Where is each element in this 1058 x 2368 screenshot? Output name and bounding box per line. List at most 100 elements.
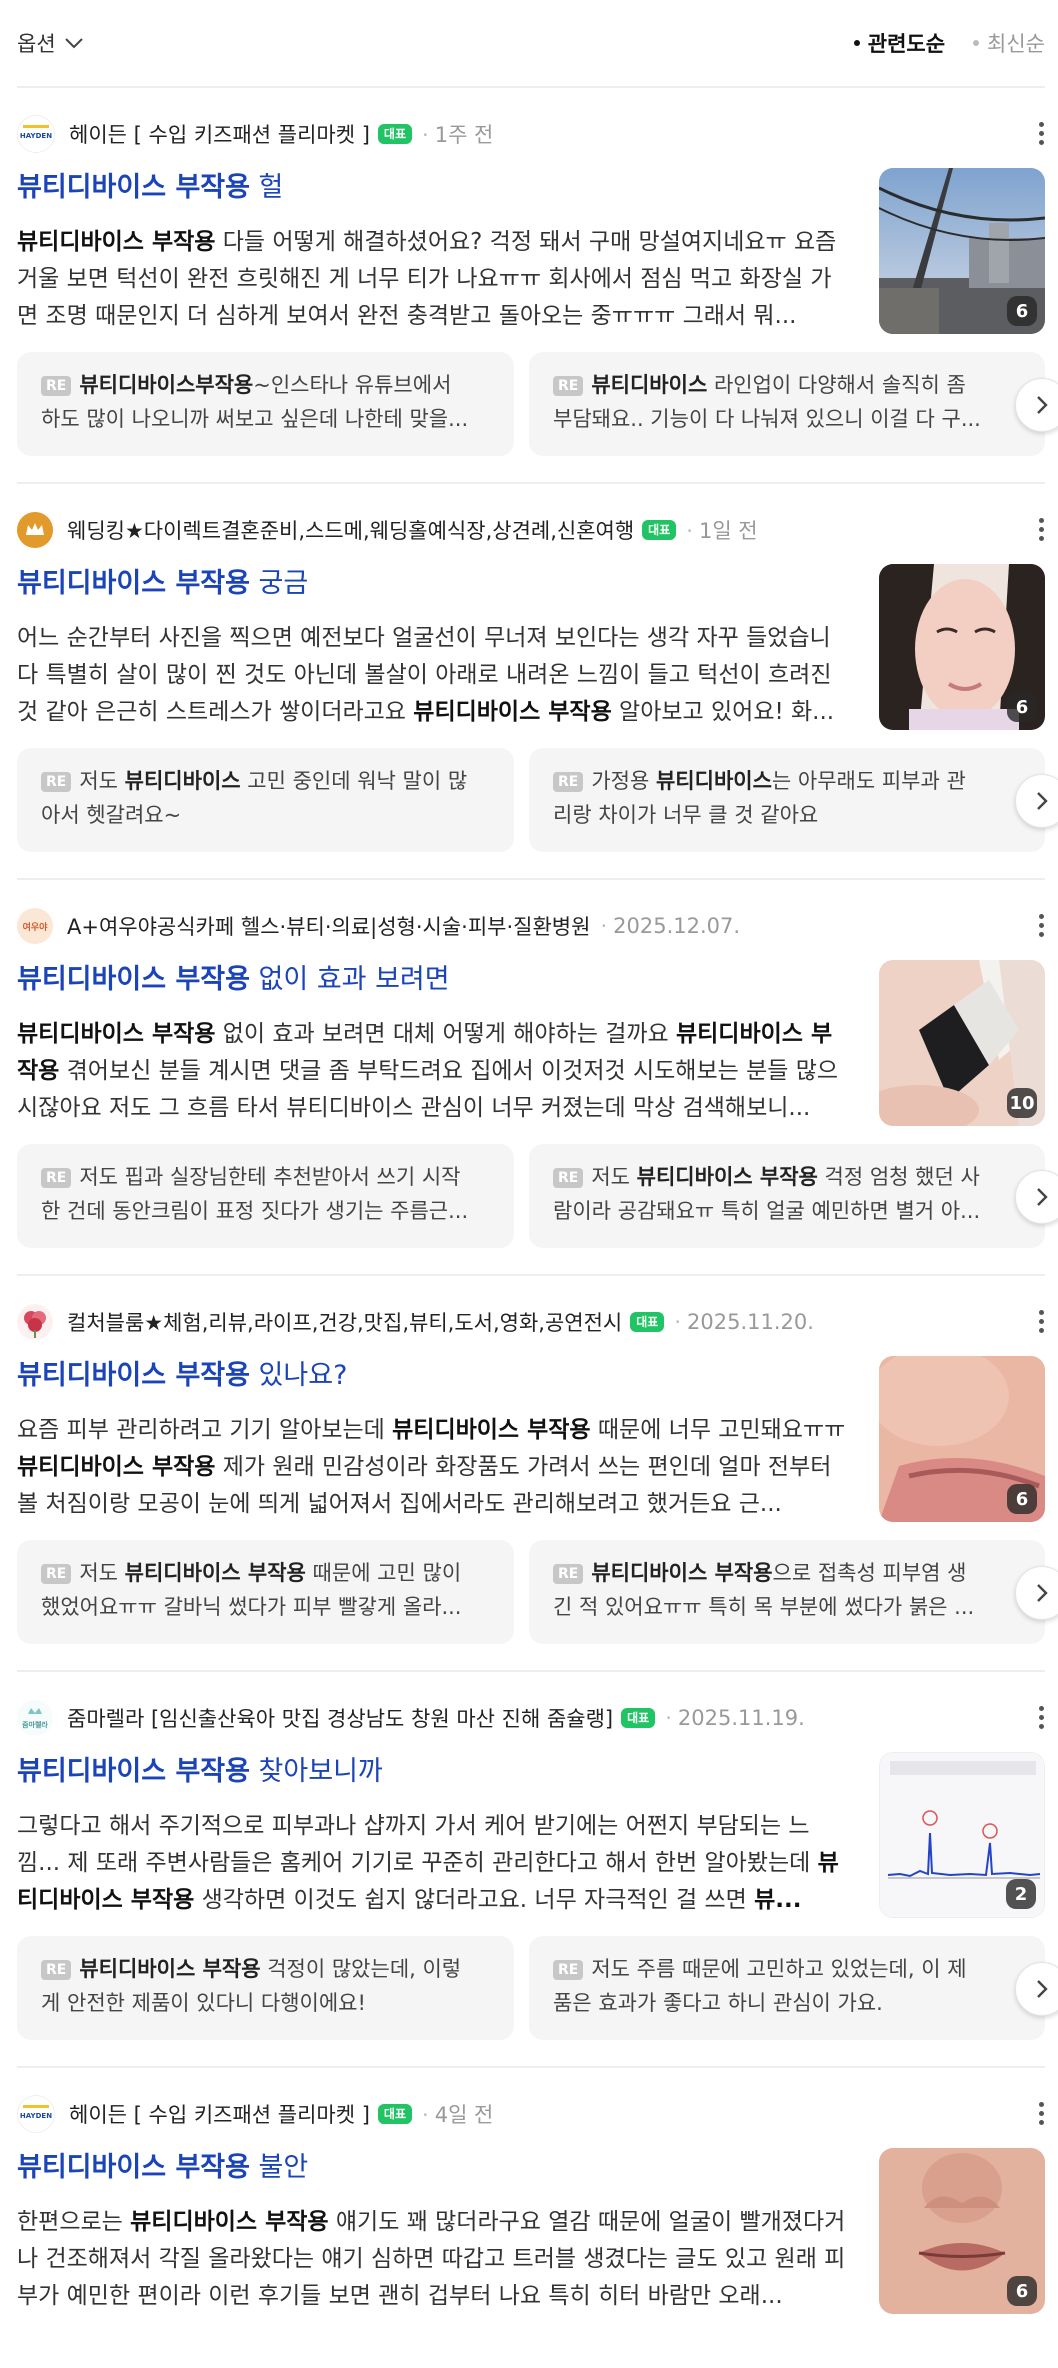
post-thumbnail[interactable]: 6 <box>879 168 1045 334</box>
more-vertical-icon[interactable] <box>1037 122 1045 146</box>
more-vertical-icon[interactable] <box>1037 1310 1045 1334</box>
post-title[interactable]: 뷰티디바이스 부작용 불안 <box>17 2148 857 2188</box>
re-tag: RE <box>553 772 584 792</box>
reply-preview[interactable]: RE 뷰티디바이스 부작용 걱정이 많았는데, 이렇 게 안전한 제품이 있다니 … <box>17 1936 514 2040</box>
post-snippet[interactable]: 한편으로는 뷰티디바이스 부작용 얘기도 꽤 많더라구요 열감 때문에 얼굴이 … <box>17 2204 847 2315</box>
reply-carousel: RE 저도 뷰티디바이스 부작용 때문에 고민 많이 했었어요ㅠㅠ 갈바닉 썼다가… <box>17 1540 1058 1644</box>
re-tag: RE <box>41 376 72 396</box>
yeouya-logo-icon: 여우야 <box>17 908 53 944</box>
post-title[interactable]: 뷰티디바이스 부작용 없이 효과 보려면 <box>17 960 857 1000</box>
crown-icon <box>17 512 53 548</box>
post-title[interactable]: 뷰티디바이스 부작용 찾아보니까 <box>17 1752 857 1792</box>
reply-text: 걱정 엄청 했던 사 <box>817 1165 980 1189</box>
reply-text: 는 아무래도 피부과 관 <box>771 769 966 793</box>
post-time: 1일 전 <box>686 515 758 545</box>
post-title[interactable]: 뷰티디바이스 부작용 있나요? <box>17 1356 857 1396</box>
cafe-avatar[interactable]: HAYDEN <box>17 115 55 153</box>
post-snippet[interactable]: 요즘 피부 관리하려고 기기 알아보는데 뷰티디바이스 부작용 때문에 너무 고… <box>17 1412 847 1523</box>
reply-text: 고민 중인데 워낙 말이 많 <box>240 769 468 793</box>
title-rest: 헐 <box>249 172 284 203</box>
reply-text-line2: 게 안전한 제품이 있다니 다행이에요! <box>41 1991 366 2015</box>
cafe-name[interactable]: 줌마렐라 [임신출산육아 맛집 경상남도 창원 마산 진해 줌슐랭] <box>67 1703 613 1733</box>
more-vertical-icon[interactable] <box>1037 914 1045 938</box>
source-row: 여우야 A+여우야공식카페 헬스·뷰티·의료|성형·시술·피부·질환병원 202… <box>17 908 1045 944</box>
reply-keyword: 뷰티디바이스 부작용 <box>79 1957 261 1981</box>
reply-preview[interactable]: RE 뷰티디바이스 라인업이 다양해서 솔직히 좀 부담돼요.. 기능이 다 나눠… <box>529 352 1045 456</box>
reply-keyword: 뷰티디바이스 부작용 <box>591 1561 773 1585</box>
reply-carousel: RE 저도 핍과 실장님한테 추천받아서 쓰기 시작 한 건데 동안크림이 표정 … <box>17 1144 1058 1248</box>
result-card: 여우야 A+여우야공식카페 헬스·뷰티·의료|성형·시술·피부·질환병원 202… <box>17 880 1058 1276</box>
title-keyword: 뷰티디바이스 부작용 <box>17 172 250 203</box>
cafe-name[interactable]: 헤이든 [ 수입 키즈패션 플리마켓 ] <box>69 119 370 149</box>
cafe-avatar[interactable] <box>17 1304 53 1340</box>
source-row: 컬처블룸★체험,리뷰,라이프,건강,맛집,뷰티,도서,영화,공연전시 대표 20… <box>17 1304 1045 1340</box>
cafe-avatar[interactable]: 줌마렐라 <box>17 1700 53 1736</box>
title-keyword: 뷰티디바이스 부작용 <box>17 568 250 599</box>
reply-preview[interactable]: RE 저도 뷰티디바이스 부작용 때문에 고민 많이 했었어요ㅠㅠ 갈바닉 썼다가… <box>17 1540 514 1644</box>
cafe-name[interactable]: A+여우야공식카페 헬스·뷰티·의료|성형·시술·피부·질환병원 <box>67 911 590 941</box>
svg-text:줌마렐라: 줌마렐라 <box>22 1720 48 1729</box>
post-snippet[interactable]: 어느 순간부터 사진을 찍으면 예전보다 얼굴선이 무너져 보인다는 생각 자꾸… <box>17 620 847 731</box>
image-count-badge: 6 <box>1007 2276 1037 2306</box>
post-time: 4일 전 <box>422 2099 494 2129</box>
reply-preview[interactable]: RE 저도 주름 때문에 고민하고 있었는데, 이 제 품은 효과가 좋다고 하니… <box>529 1936 1045 2040</box>
post-thumbnail[interactable]: 6 <box>879 1356 1045 1522</box>
reply-preview[interactable]: RE 가정용 뷰티디바이스는 아무래도 피부과 관 리랑 차이가 너무 클 것 같… <box>529 748 1045 852</box>
source-row: 줌마렐라 줌마렐라 [임신출산육아 맛집 경상남도 창원 마산 진해 줌슐랭] … <box>17 1700 1045 1736</box>
post-thumbnail[interactable]: 10 <box>879 960 1045 1126</box>
reply-keyword: 뷰티디바이스 부작용 <box>124 1561 306 1585</box>
title-keyword: 뷰티디바이스 부작용 <box>17 1360 250 1391</box>
reply-text: 라인업이 다양해서 솔직히 좀 <box>707 373 966 397</box>
more-vertical-icon[interactable] <box>1037 1706 1045 1730</box>
reply-keyword: 뷰티디바이스 <box>655 769 772 793</box>
cafe-avatar[interactable]: 여우야 <box>17 908 53 944</box>
reply-preview[interactable]: RE 뷰티디바이스부작용~인스타나 유튜브에서 하도 많이 나오니까 써보고 싶은… <box>17 352 514 456</box>
post-time: 2025.11.20. <box>674 1310 814 1334</box>
sort-options: 관련도순 최신순 <box>853 28 1045 58</box>
cafe-avatar[interactable] <box>17 512 53 548</box>
cafe-name[interactable]: 웨딩킹★다이렉트결혼준비,스드메,웨딩홀예식장,상견례,신혼여행 <box>67 515 634 545</box>
results-toolbar: 옵션 관련도순 최신순 <box>17 0 1045 88</box>
re-tag: RE <box>553 1168 584 1188</box>
title-rest: 궁금 <box>249 568 309 599</box>
reply-keyword: 뷰티디바이스부작용 <box>79 373 254 397</box>
post-title[interactable]: 뷰티디바이스 부작용 헐 <box>17 168 857 208</box>
reply-text: 저도 <box>591 1165 637 1189</box>
post-snippet[interactable]: 그렇다고 해서 주기적으로 피부과나 샵까지 가서 케어 받기에는 어쩐지 부담… <box>17 1808 847 1919</box>
reply-text: ~인스타나 유튜브에서 <box>253 373 452 397</box>
post-snippet[interactable]: 뷰티디바이스 부작용 없이 효과 보려면 대체 어떻게 해야하는 걸까요 뷰티디… <box>17 1016 847 1127</box>
reply-preview[interactable]: RE 저도 뷰티디바이스 고민 중인데 워낙 말이 많 아서 헷갈려요~ <box>17 748 514 852</box>
image-count-badge: 2 <box>1006 1879 1036 1909</box>
post-thumbnail[interactable]: 6 <box>879 564 1045 730</box>
image-count-badge: 6 <box>1007 1484 1037 1514</box>
post-snippet[interactable]: 뷰티디바이스 부작용 다들 어떻게 해결하셨어요? 걱정 돼서 구매 망설여지네… <box>17 224 847 335</box>
post-thumbnail[interactable]: 2 <box>879 1752 1045 1918</box>
reply-carousel: RE 뷰티디바이스부작용~인스타나 유튜브에서 하도 많이 나오니까 써보고 싶은… <box>17 352 1058 456</box>
options-label: 옵션 <box>17 32 56 56</box>
reply-text-line2: 리랑 차이가 너무 클 것 같아요 <box>553 803 819 827</box>
sort-relevance-button[interactable]: 관련도순 <box>853 28 945 58</box>
post-title[interactable]: 뷰티디바이스 부작용 궁금 <box>17 564 857 604</box>
more-vertical-icon[interactable] <box>1037 2102 1045 2126</box>
reply-text: 으로 접촉성 피부염 생 <box>772 1561 967 1585</box>
cafe-name[interactable]: 헤이든 [ 수입 키즈패션 플리마켓 ] <box>69 2099 370 2129</box>
title-keyword: 뷰티디바이스 부작용 <box>17 2152 250 2183</box>
reply-preview[interactable]: RE 저도 뷰티디바이스 부작용 걱정 엄청 했던 사 람이라 공감돼요ㅠ 특히 … <box>529 1144 1045 1248</box>
reply-text-line2: 했었어요ㅠㅠ 갈바닉 썼다가 피부 빨갛게 올라... <box>41 1595 462 1619</box>
options-toggle[interactable]: 옵션 <box>17 28 84 58</box>
reply-carousel: RE 저도 뷰티디바이스 고민 중인데 워낙 말이 많 아서 헷갈려요~ RE 가정… <box>17 748 1058 852</box>
reply-preview[interactable]: RE 저도 핍과 실장님한테 추천받아서 쓰기 시작 한 건데 동안크림이 표정 … <box>17 1144 514 1248</box>
image-count-badge: 10 <box>1007 1088 1037 1118</box>
result-card: 줌마렐라 줌마렐라 [임신출산육아 맛집 경상남도 창원 마산 진해 줌슐랭] … <box>17 1672 1058 2068</box>
more-vertical-icon[interactable] <box>1037 518 1045 542</box>
cafe-name[interactable]: 컬처블룸★체험,리뷰,라이프,건강,맛집,뷰티,도서,영화,공연전시 <box>67 1307 622 1337</box>
zummarella-logo-icon: 줌마렐라 <box>17 1700 53 1736</box>
chevron-right-icon <box>1037 1584 1048 1602</box>
sort-latest-button[interactable]: 최신순 <box>973 28 1045 58</box>
representative-badge: 대표 <box>377 2104 413 2124</box>
cafe-avatar[interactable]: HAYDEN <box>17 2095 55 2133</box>
reply-text-line2: 한 건데 동안크림이 표정 짓다가 생기는 주름근... <box>41 1199 469 1223</box>
post-thumbnail[interactable]: 6 <box>879 2148 1045 2314</box>
reply-text-line2: 부담돼요.. 기능이 다 나눠져 있으니 이걸 다 구... <box>553 407 981 431</box>
reply-preview[interactable]: RE 뷰티디바이스 부작용으로 접촉성 피부염 생 긴 적 있어요ㅠㅠ 특히 목 … <box>529 1540 1045 1644</box>
